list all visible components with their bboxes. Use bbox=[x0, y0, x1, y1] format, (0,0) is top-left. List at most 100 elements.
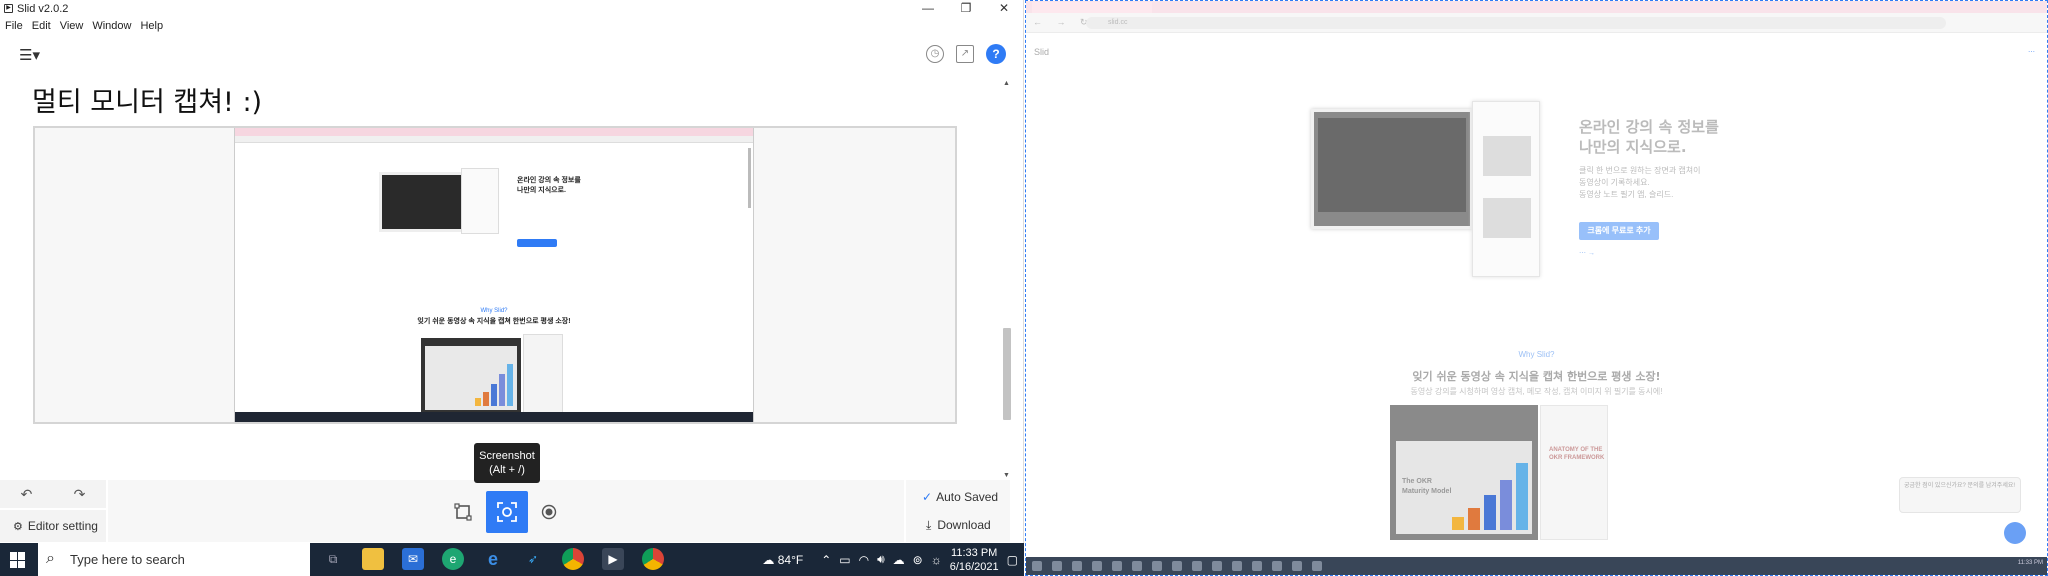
slid-logo-icon: ▶ bbox=[4, 4, 13, 13]
editor-setting-button[interactable]: ⚙ Editor setting bbox=[0, 510, 106, 542]
battery-icon[interactable]: ▭ bbox=[839, 553, 850, 567]
tooltip-shortcut: (Alt + /) bbox=[489, 464, 525, 476]
auto-saved-label: Auto Saved bbox=[936, 490, 999, 504]
demo-bar-chart bbox=[1452, 463, 1528, 530]
chrome-icon[interactable] bbox=[562, 548, 584, 570]
scroll-down-icon[interactable]: ▼ bbox=[1003, 472, 1010, 479]
taskbar-search-box[interactable]: ⌕ Type here to search bbox=[38, 543, 310, 576]
volume-icon[interactable]: 🔊︎ bbox=[877, 552, 885, 567]
note-heading[interactable]: 멀티 모니터 캡쳐! :) bbox=[32, 80, 262, 119]
title-bar: ▶ Slid v2.0.2 — ❐ ✕ bbox=[0, 0, 1023, 17]
brightness-icon[interactable]: ☼ bbox=[931, 553, 942, 567]
scrollbar-thumb[interactable] bbox=[1003, 328, 1011, 420]
clock-time: 11:33 PM bbox=[951, 546, 998, 559]
address-bar[interactable]: slid.cc bbox=[1086, 17, 1946, 29]
undo-icon[interactable]: ↶ bbox=[21, 486, 33, 503]
weather-widget[interactable]: ☁ 84°F bbox=[762, 553, 803, 567]
mini-note-card bbox=[461, 168, 499, 234]
chrome-2-icon[interactable] bbox=[642, 548, 664, 570]
history-icon[interactable]: ◷ bbox=[926, 45, 944, 63]
share-icon[interactable]: ↗ bbox=[956, 45, 974, 63]
browser-nav-bar: ← → ↻ slid.cc bbox=[1026, 13, 2047, 33]
site-logo[interactable]: Slid bbox=[1034, 47, 1049, 57]
task-view-icon[interactable]: ⧉ bbox=[322, 548, 344, 570]
chat-button[interactable] bbox=[2004, 522, 2026, 544]
screenshot-icon bbox=[497, 502, 517, 522]
menu-help[interactable]: Help bbox=[140, 20, 163, 32]
mini-hero-title-line2: 나만의 지식으로. bbox=[517, 187, 566, 194]
bird-app-icon[interactable]: ➶ bbox=[522, 548, 544, 570]
edge-icon[interactable]: e bbox=[442, 548, 464, 570]
screenshot-tooltip: Screenshot (Alt + /) bbox=[474, 443, 540, 483]
scroll-up-icon[interactable]: ▲ bbox=[1003, 80, 1010, 87]
area-capture-button[interactable] bbox=[442, 491, 484, 533]
windows-start-icon[interactable] bbox=[10, 552, 26, 568]
close-button[interactable]: ✕ bbox=[985, 0, 1023, 17]
hero-video-preview bbox=[1311, 109, 1473, 229]
demo-video[interactable]: The OKR Maturity Model bbox=[1390, 405, 1538, 540]
slid-app-window: ▶ Slid v2.0.2 — ❐ ✕ File Edit View Windo… bbox=[0, 0, 1024, 543]
browser-tab-strip bbox=[1026, 1, 2047, 13]
undo-redo-group: ↶ ↷ bbox=[0, 480, 106, 508]
wifi-icon[interactable]: ◠ bbox=[859, 553, 869, 567]
chevron-up-icon[interactable]: ⌃ bbox=[821, 553, 831, 567]
top-right-actions: ◷ ↗ ? bbox=[926, 44, 1006, 64]
screenshot-button[interactable] bbox=[486, 491, 528, 533]
record-icon bbox=[541, 504, 557, 520]
file-explorer-icon[interactable] bbox=[362, 548, 384, 570]
hero-desc-line2: 동영상이 기록하세요. bbox=[1579, 178, 1650, 187]
slide-bar bbox=[1516, 463, 1528, 530]
redo-icon[interactable]: ↷ bbox=[74, 486, 86, 503]
auto-saved-status: ✓ Auto Saved bbox=[922, 490, 998, 504]
search-placeholder: Type here to search bbox=[70, 552, 185, 567]
browser-tab[interactable] bbox=[1032, 2, 1152, 13]
menu-window[interactable]: Window bbox=[92, 20, 131, 32]
demo-video-slide: The OKR Maturity Model bbox=[1396, 441, 1532, 534]
note-editor[interactable]: 멀티 모니터 캡쳐! :) 온라인 강의 속 정보를 나만의 지식으로. Why… bbox=[0, 74, 1010, 479]
hero-link[interactable]: ⋯ → bbox=[1579, 249, 1595, 257]
sync-icon[interactable]: ⊚ bbox=[913, 553, 923, 567]
mini-hero-title-line1: 온라인 강의 속 정보를 bbox=[517, 177, 581, 184]
mini-taskbar bbox=[235, 412, 753, 422]
second-monitor-browser[interactable]: ← → ↻ slid.cc Slid ⋯ 온라인 강의 속 정보를 나만의 지식… bbox=[1025, 0, 2048, 576]
add-to-chrome-button[interactable]: 크롬에 무료로 추가 bbox=[1579, 222, 1659, 240]
mini-demo-video bbox=[421, 338, 521, 414]
hero-card-thumb-1 bbox=[1483, 136, 1531, 176]
editor-scrollbar[interactable]: ▲ ▼ bbox=[1002, 80, 1012, 480]
chat-message-bubble[interactable]: 궁금한 점이 있으신가요? 문의를 남겨주세요! bbox=[1899, 477, 2021, 513]
bottom-bar: ↶ ↷ ⚙ Editor setting ✓ Auto Saved ⤓ Down… bbox=[0, 480, 1010, 543]
download-button[interactable]: ⤓ Download bbox=[926, 518, 991, 533]
site-header-links[interactable]: ⋯ bbox=[2028, 48, 2035, 56]
menu-file[interactable]: File bbox=[5, 20, 23, 32]
demo-title-line1: The OKR bbox=[1402, 478, 1432, 485]
internet-explorer-icon[interactable]: e bbox=[482, 548, 504, 570]
why-slid-title: 잊기 쉬운 동영상 속 지식을 캡쳐 한번으로 평생 소장! bbox=[1412, 370, 1661, 383]
menu-view[interactable]: View bbox=[60, 20, 84, 32]
notification-icon[interactable]: ▢ bbox=[1007, 553, 1018, 567]
second-monitor-taskbar: 11:33 PM bbox=[1026, 557, 2047, 575]
weather-temp: 84°F bbox=[777, 552, 804, 567]
maximize-button[interactable]: ❐ bbox=[947, 0, 985, 17]
search-icon: ⌕ bbox=[46, 550, 55, 567]
mail-icon[interactable]: ✉ bbox=[402, 548, 424, 570]
slide-bar bbox=[507, 364, 513, 406]
record-button[interactable] bbox=[528, 491, 570, 533]
crop-icon bbox=[454, 503, 472, 521]
taskbar-clock[interactable]: 11:33 PM 6/16/2021 bbox=[950, 546, 999, 574]
hero-description: 클릭 한 번으로 원하는 장면과 캡쳐이 동영상이 기록하세요. 동영상 노트 … bbox=[1579, 165, 1701, 201]
menu-edit[interactable]: Edit bbox=[32, 20, 51, 32]
mini-bar-chart bbox=[475, 364, 513, 406]
nav-arrows-icon[interactable]: ← → ↻ bbox=[1033, 17, 1094, 28]
slid-taskbar-icon[interactable]: ▶ bbox=[602, 548, 624, 570]
hero-desc-line1: 클릭 한 번으로 원하는 장면과 캡쳐이 bbox=[1579, 166, 1701, 175]
mini-hero-title: 온라인 강의 속 정보를 나만의 지식으로. bbox=[517, 176, 581, 196]
minimize-button[interactable]: — bbox=[909, 0, 947, 17]
help-button[interactable]: ? bbox=[986, 44, 1006, 64]
why-slid-label: Why Slid? bbox=[1518, 350, 1555, 359]
list-menu-icon[interactable]: ☰▾ bbox=[19, 46, 40, 64]
mini-hero-video bbox=[379, 172, 469, 232]
captured-screenshot[interactable]: 온라인 강의 속 정보를 나만의 지식으로. Why Slid? 잊기 쉬운 동… bbox=[33, 126, 957, 424]
editor-toolbar: ☰▾ ◷ ↗ ? bbox=[0, 40, 1010, 70]
cloud-icon[interactable]: ☁ bbox=[893, 553, 905, 567]
mini-video-slide bbox=[425, 346, 517, 410]
